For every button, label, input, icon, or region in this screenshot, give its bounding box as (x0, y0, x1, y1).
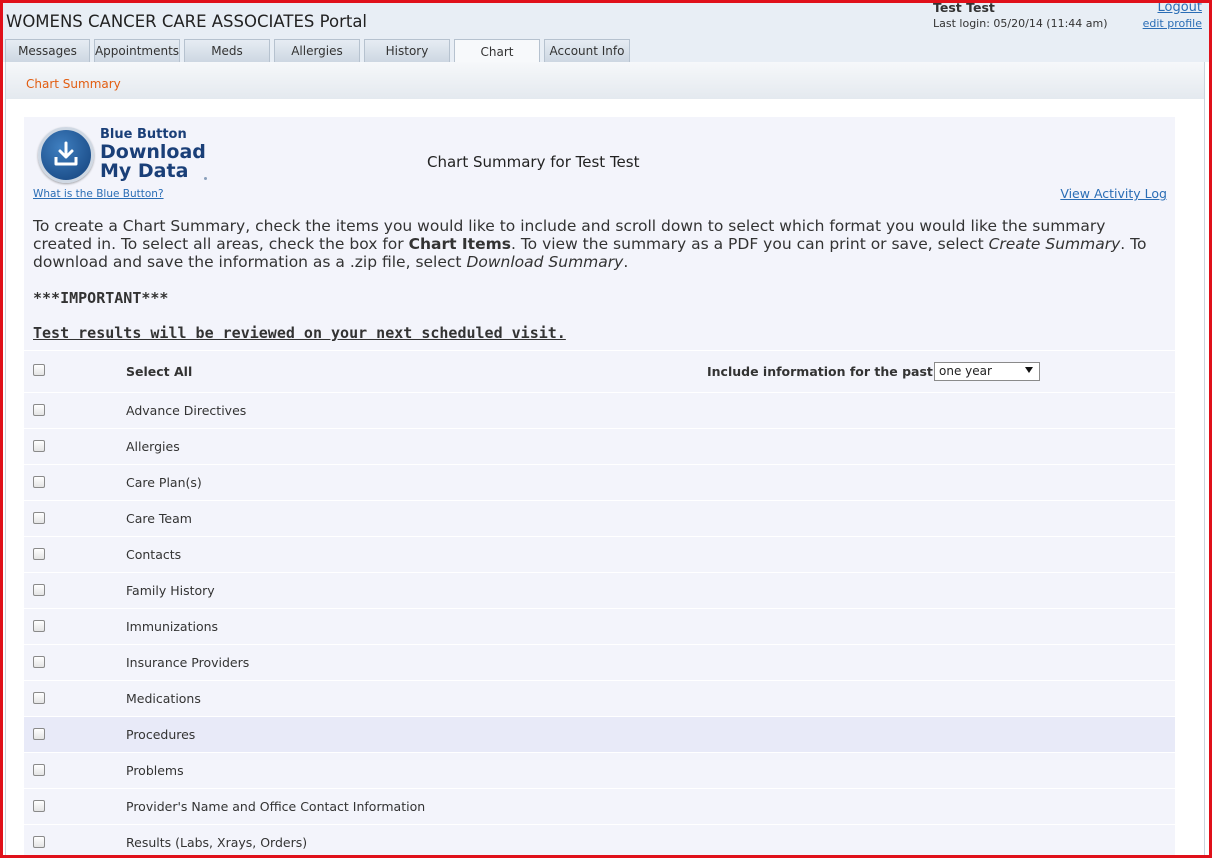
chart-summary-title: Chart Summary for Test Test (427, 153, 640, 171)
instructions-chart-items: Chart Items (408, 235, 511, 253)
results-checkbox[interactable] (33, 836, 45, 848)
logo-dot-decoration (204, 177, 207, 180)
important-heading: ***IMPORTANT*** (33, 289, 169, 307)
chart-item-row: Care Team (24, 500, 1175, 536)
chart-item-label: Family History (126, 583, 215, 598)
tab-appointments[interactable]: Appointments (94, 39, 180, 62)
chart-item-label: Care Team (126, 511, 192, 526)
download-my-data-label: Download My Data (100, 143, 206, 181)
dropdown-arrow-icon (1025, 367, 1033, 373)
chart-item-row: Medications (24, 680, 1175, 716)
chart-item-row: Provider's Name and Office Contact Infor… (24, 788, 1175, 824)
insurance-providers-checkbox[interactable] (33, 656, 45, 668)
view-activity-log-link[interactable]: View Activity Log (1060, 186, 1167, 201)
chart-item-label: Procedures (126, 727, 196, 742)
instructions-part-2: . To view the summary as a PDF you can p… (510, 235, 989, 253)
family-history-checkbox[interactable] (33, 584, 45, 596)
chart-item-label: Provider's Name and Office Contact Infor… (126, 799, 426, 814)
blue-button-logo[interactable]: Blue Button Download My Data (34, 123, 214, 193)
tab-messages[interactable]: Messages (5, 39, 90, 62)
chart-item-row: Immunizations (24, 608, 1175, 644)
what-is-blue-button-link[interactable]: What is the Blue Button? (33, 188, 164, 200)
chart-item-label: Problems (126, 763, 184, 778)
tab-history[interactable]: History (364, 39, 450, 62)
user-name: Test Test (933, 0, 995, 15)
provider-contact-checkbox[interactable] (33, 800, 45, 812)
instructions-download-summary: Download Summary (466, 253, 624, 271)
tab-meds[interactable]: Meds (184, 39, 270, 62)
chart-summary-panel: Blue Button Download My Data What is the… (24, 117, 1175, 858)
advance-directives-checkbox[interactable] (33, 404, 45, 416)
my-data-label: My Data (100, 160, 189, 182)
sub-navigation: Chart Summary (5, 62, 1205, 99)
chart-item-row: Contacts (24, 536, 1175, 572)
include-info-label: Include information for the past (707, 364, 933, 379)
care-team-checkbox[interactable] (33, 512, 45, 524)
last-login-text: Last login: 05/20/14 (11:44 am) (933, 17, 1108, 30)
instructions-text: To create a Chart Summary, check the ite… (33, 217, 1163, 271)
chart-item-label: Medications (126, 691, 201, 706)
chart-item-row: Results (Labs, Xrays, Orders) (24, 824, 1175, 858)
chart-items-list: Select All Include information for the p… (24, 350, 1175, 858)
blue-button-label: Blue Button (100, 127, 187, 142)
chart-item-row: Family History (24, 572, 1175, 608)
chart-item-row: Problems (24, 752, 1175, 788)
time-range-value: one year (939, 364, 992, 378)
download-icon (38, 127, 94, 183)
main-content: Blue Button Download My Data What is the… (5, 99, 1205, 858)
time-range-select[interactable]: one year (934, 362, 1040, 381)
contacts-checkbox[interactable] (33, 548, 45, 560)
test-results-notice: Test results will be reviewed on your ne… (33, 324, 566, 342)
portal-title: WOMENS CANCER CARE ASSOCIATES Portal (6, 12, 368, 31)
problems-checkbox[interactable] (33, 764, 45, 776)
edit-profile-link[interactable]: edit profile (1143, 17, 1202, 30)
breadcrumb-chart-summary[interactable]: Chart Summary (26, 77, 121, 91)
chart-item-row: Advance Directives (24, 392, 1175, 428)
immunizations-checkbox[interactable] (33, 620, 45, 632)
care-plans-checkbox[interactable] (33, 476, 45, 488)
chart-item-row: Allergies (24, 428, 1175, 464)
chart-item-label: Advance Directives (126, 403, 247, 418)
select-all-checkbox[interactable] (33, 364, 45, 376)
chart-item-row: Care Plan(s) (24, 464, 1175, 500)
instructions-part-4: . (623, 253, 629, 271)
select-all-row: Select All Include information for the p… (24, 350, 1175, 392)
instructions-create-summary: Create Summary (988, 235, 1121, 253)
chart-item-label: Immunizations (126, 619, 219, 634)
chart-item-label: Results (Labs, Xrays, Orders) (126, 835, 308, 850)
tab-account-info[interactable]: Account Info (544, 39, 630, 62)
allergies-checkbox[interactable] (33, 440, 45, 452)
chart-item-label: Allergies (126, 439, 180, 454)
chart-item-row: Insurance Providers (24, 644, 1175, 680)
top-header: WOMENS CANCER CARE ASSOCIATES Portal Tes… (0, 0, 1212, 63)
select-all-label: Select All (126, 364, 193, 379)
chart-item-label: Contacts (126, 547, 182, 562)
procedures-checkbox[interactable] (33, 728, 45, 740)
chart-item-label: Care Plan(s) (126, 475, 202, 490)
logout-link[interactable]: Logout (1157, 0, 1202, 15)
tab-chart[interactable]: Chart (454, 39, 540, 63)
main-tabs: Messages Appointments Meds Allergies His… (5, 39, 634, 63)
chart-item-label: Insurance Providers (126, 655, 250, 670)
chart-item-row: Procedures (24, 716, 1175, 752)
tab-allergies[interactable]: Allergies (274, 39, 360, 62)
medications-checkbox[interactable] (33, 692, 45, 704)
